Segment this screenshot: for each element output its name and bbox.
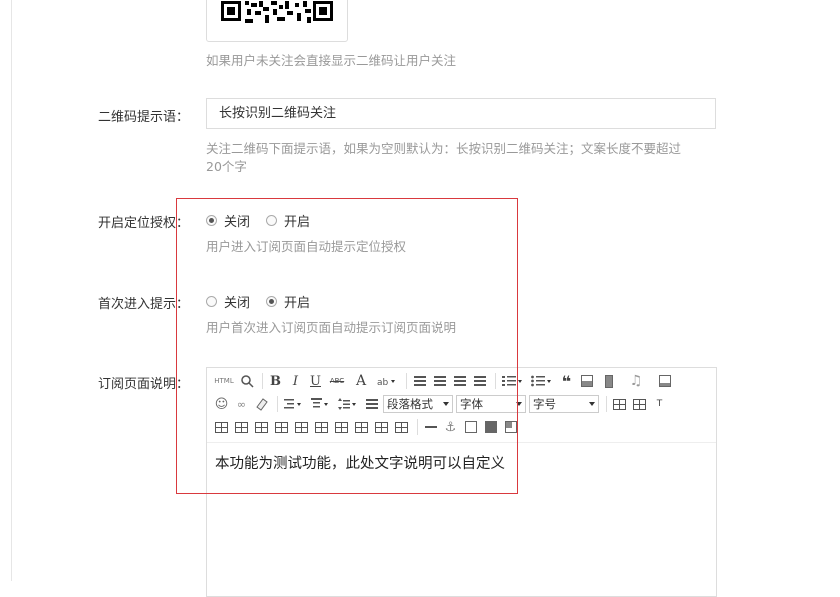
toolbar-separator xyxy=(417,419,418,435)
delete-column-icon[interactable] xyxy=(273,419,290,436)
location-option-on[interactable]: 开启 xyxy=(266,211,310,230)
chevron-down-icon xyxy=(589,402,595,406)
align-left-icon[interactable] xyxy=(411,373,428,390)
unordered-list-icon[interactable] xyxy=(529,373,555,390)
insert-column-icon[interactable] xyxy=(233,419,250,436)
font-color-button[interactable]: A xyxy=(350,373,372,390)
music-icon[interactable]: ♫ xyxy=(623,373,649,390)
merge-cells-icon[interactable] xyxy=(293,419,310,436)
qr-prompt-input[interactable]: 长按识别二维码关注 xyxy=(206,98,716,129)
ordered-list-icon[interactable] xyxy=(500,373,526,390)
toolbar-separator xyxy=(606,396,607,412)
qr-prompt-label: 二维码提示语： xyxy=(98,110,190,125)
paragraph-format-value: 段落格式 xyxy=(387,397,433,411)
merge-right-icon[interactable] xyxy=(313,419,330,436)
location-radio-group: 关闭 开启 xyxy=(206,211,326,230)
line-height-icon[interactable] xyxy=(282,396,306,413)
blockquote-button[interactable]: ❝ xyxy=(558,372,575,391)
merge-down-icon[interactable] xyxy=(333,419,350,436)
editor-content[interactable]: 本功能为测试功能，此处文字说明可以自定义 xyxy=(215,452,505,473)
editor-toolbar: HTML B I U ABC A ab ❝ ♫ ☺ ∞ 段落格式 字体 字号 T… xyxy=(207,368,716,443)
font-family-select[interactable]: 字体 xyxy=(456,395,526,413)
toolbar-row-2: ☺ ∞ 段落格式 字体 字号 T xyxy=(213,394,671,414)
template-icon[interactable] xyxy=(502,419,519,436)
radio-checked-icon[interactable] xyxy=(266,296,278,307)
qr-code-preview xyxy=(206,0,348,42)
underline-button[interactable]: U xyxy=(307,373,324,390)
link-icon[interactable]: ∞ xyxy=(233,396,250,413)
location-option-on-label: 开启 xyxy=(284,215,311,230)
video-icon[interactable] xyxy=(598,373,620,390)
strikethrough-button[interactable]: ABC xyxy=(327,373,347,390)
location-help-text: 用户进入订阅页面自动提示定位授权 xyxy=(206,239,407,254)
qr-help-text: 如果用户未关注会直接显示二维码让用户关注 xyxy=(206,53,457,68)
first-visit-option-off-label: 关闭 xyxy=(224,296,251,311)
fullscreen-icon[interactable] xyxy=(656,373,673,390)
split-cells-icon[interactable] xyxy=(353,419,370,436)
split-columns-icon[interactable] xyxy=(393,419,410,436)
toolbar-separator xyxy=(495,373,496,389)
qr-prompt-help-line1: 关注二维码下面提示语，如果为空则默认为：长按识别二维码关注；文案长度不要超过 xyxy=(206,141,682,156)
location-option-off[interactable]: 关闭 xyxy=(206,211,250,230)
font-size-value: 字号 xyxy=(533,397,556,411)
insert-row-icon[interactable] xyxy=(213,419,230,436)
insert-frame-icon[interactable] xyxy=(462,419,479,436)
chevron-down-icon xyxy=(443,402,449,406)
font-family-value: 字体 xyxy=(460,397,483,411)
print-icon[interactable] xyxy=(482,419,499,436)
font-size-select[interactable]: 字号 xyxy=(529,395,599,413)
rich-text-editor: HTML B I U ABC A ab ❝ ♫ ☺ ∞ 段落格式 字体 字号 T… xyxy=(206,367,717,597)
first-visit-label: 首次进入提示： xyxy=(98,297,190,312)
paragraph-format-select[interactable]: 段落格式 xyxy=(383,395,453,413)
first-visit-help-text: 用户首次进入订阅页面自动提示订阅页面说明 xyxy=(206,320,457,335)
row-spacing-icon[interactable] xyxy=(336,396,360,413)
svg-text:ab: ab xyxy=(377,378,389,387)
left-rule xyxy=(11,0,12,581)
image-icon[interactable] xyxy=(578,373,595,390)
qr-prompt-help-line2: 20个字 xyxy=(206,159,247,174)
location-label: 开启定位授权： xyxy=(98,216,190,231)
italic-button[interactable]: I xyxy=(287,373,304,390)
table-properties-icon[interactable] xyxy=(631,396,648,413)
align-justify-icon[interactable] xyxy=(471,373,488,390)
align-center-icon[interactable] xyxy=(431,373,448,390)
first-visit-option-on-label: 开启 xyxy=(284,296,311,311)
paragraph-spacing-icon[interactable] xyxy=(309,396,333,413)
delete-row-icon[interactable] xyxy=(253,419,270,436)
description-label: 订阅页面说明： xyxy=(98,377,190,392)
radio-checked-icon[interactable] xyxy=(206,215,217,226)
highlight-color-icon[interactable]: ab xyxy=(375,373,399,390)
toolbar-row-1: HTML B I U ABC A ab ❝ ♫ xyxy=(213,371,676,391)
bold-button[interactable]: B xyxy=(267,373,284,390)
preview-icon[interactable] xyxy=(238,373,255,390)
toolbar-row-3: ⚓ xyxy=(213,417,522,437)
anchor-icon[interactable]: ⚓ xyxy=(442,419,459,436)
toolbar-separator xyxy=(406,373,407,389)
toolbar-separator xyxy=(262,373,263,389)
eraser-icon[interactable] xyxy=(253,396,270,413)
align-right-icon[interactable] xyxy=(451,373,468,390)
first-visit-option-off[interactable]: 关闭 xyxy=(206,292,250,311)
emotion-icon[interactable]: ☺ xyxy=(213,396,230,413)
first-visit-option-on[interactable]: 开启 xyxy=(266,292,310,311)
qr-code-image xyxy=(221,1,333,23)
toolbar-separator xyxy=(277,396,278,412)
split-rows-icon[interactable] xyxy=(373,419,390,436)
first-visit-radio-group: 关闭 开启 xyxy=(206,292,326,311)
html-source-button[interactable]: HTML xyxy=(213,373,235,390)
insert-table-icon[interactable] xyxy=(611,396,628,413)
location-option-off-label: 关闭 xyxy=(224,215,251,230)
radio-unchecked-icon[interactable] xyxy=(206,296,217,307)
chevron-down-icon xyxy=(516,402,522,406)
text-direction-icon[interactable]: T xyxy=(651,396,668,413)
radio-unchecked-icon[interactable] xyxy=(266,215,278,226)
indent-icon[interactable] xyxy=(363,396,380,413)
horizontal-rule-icon[interactable] xyxy=(422,419,439,436)
